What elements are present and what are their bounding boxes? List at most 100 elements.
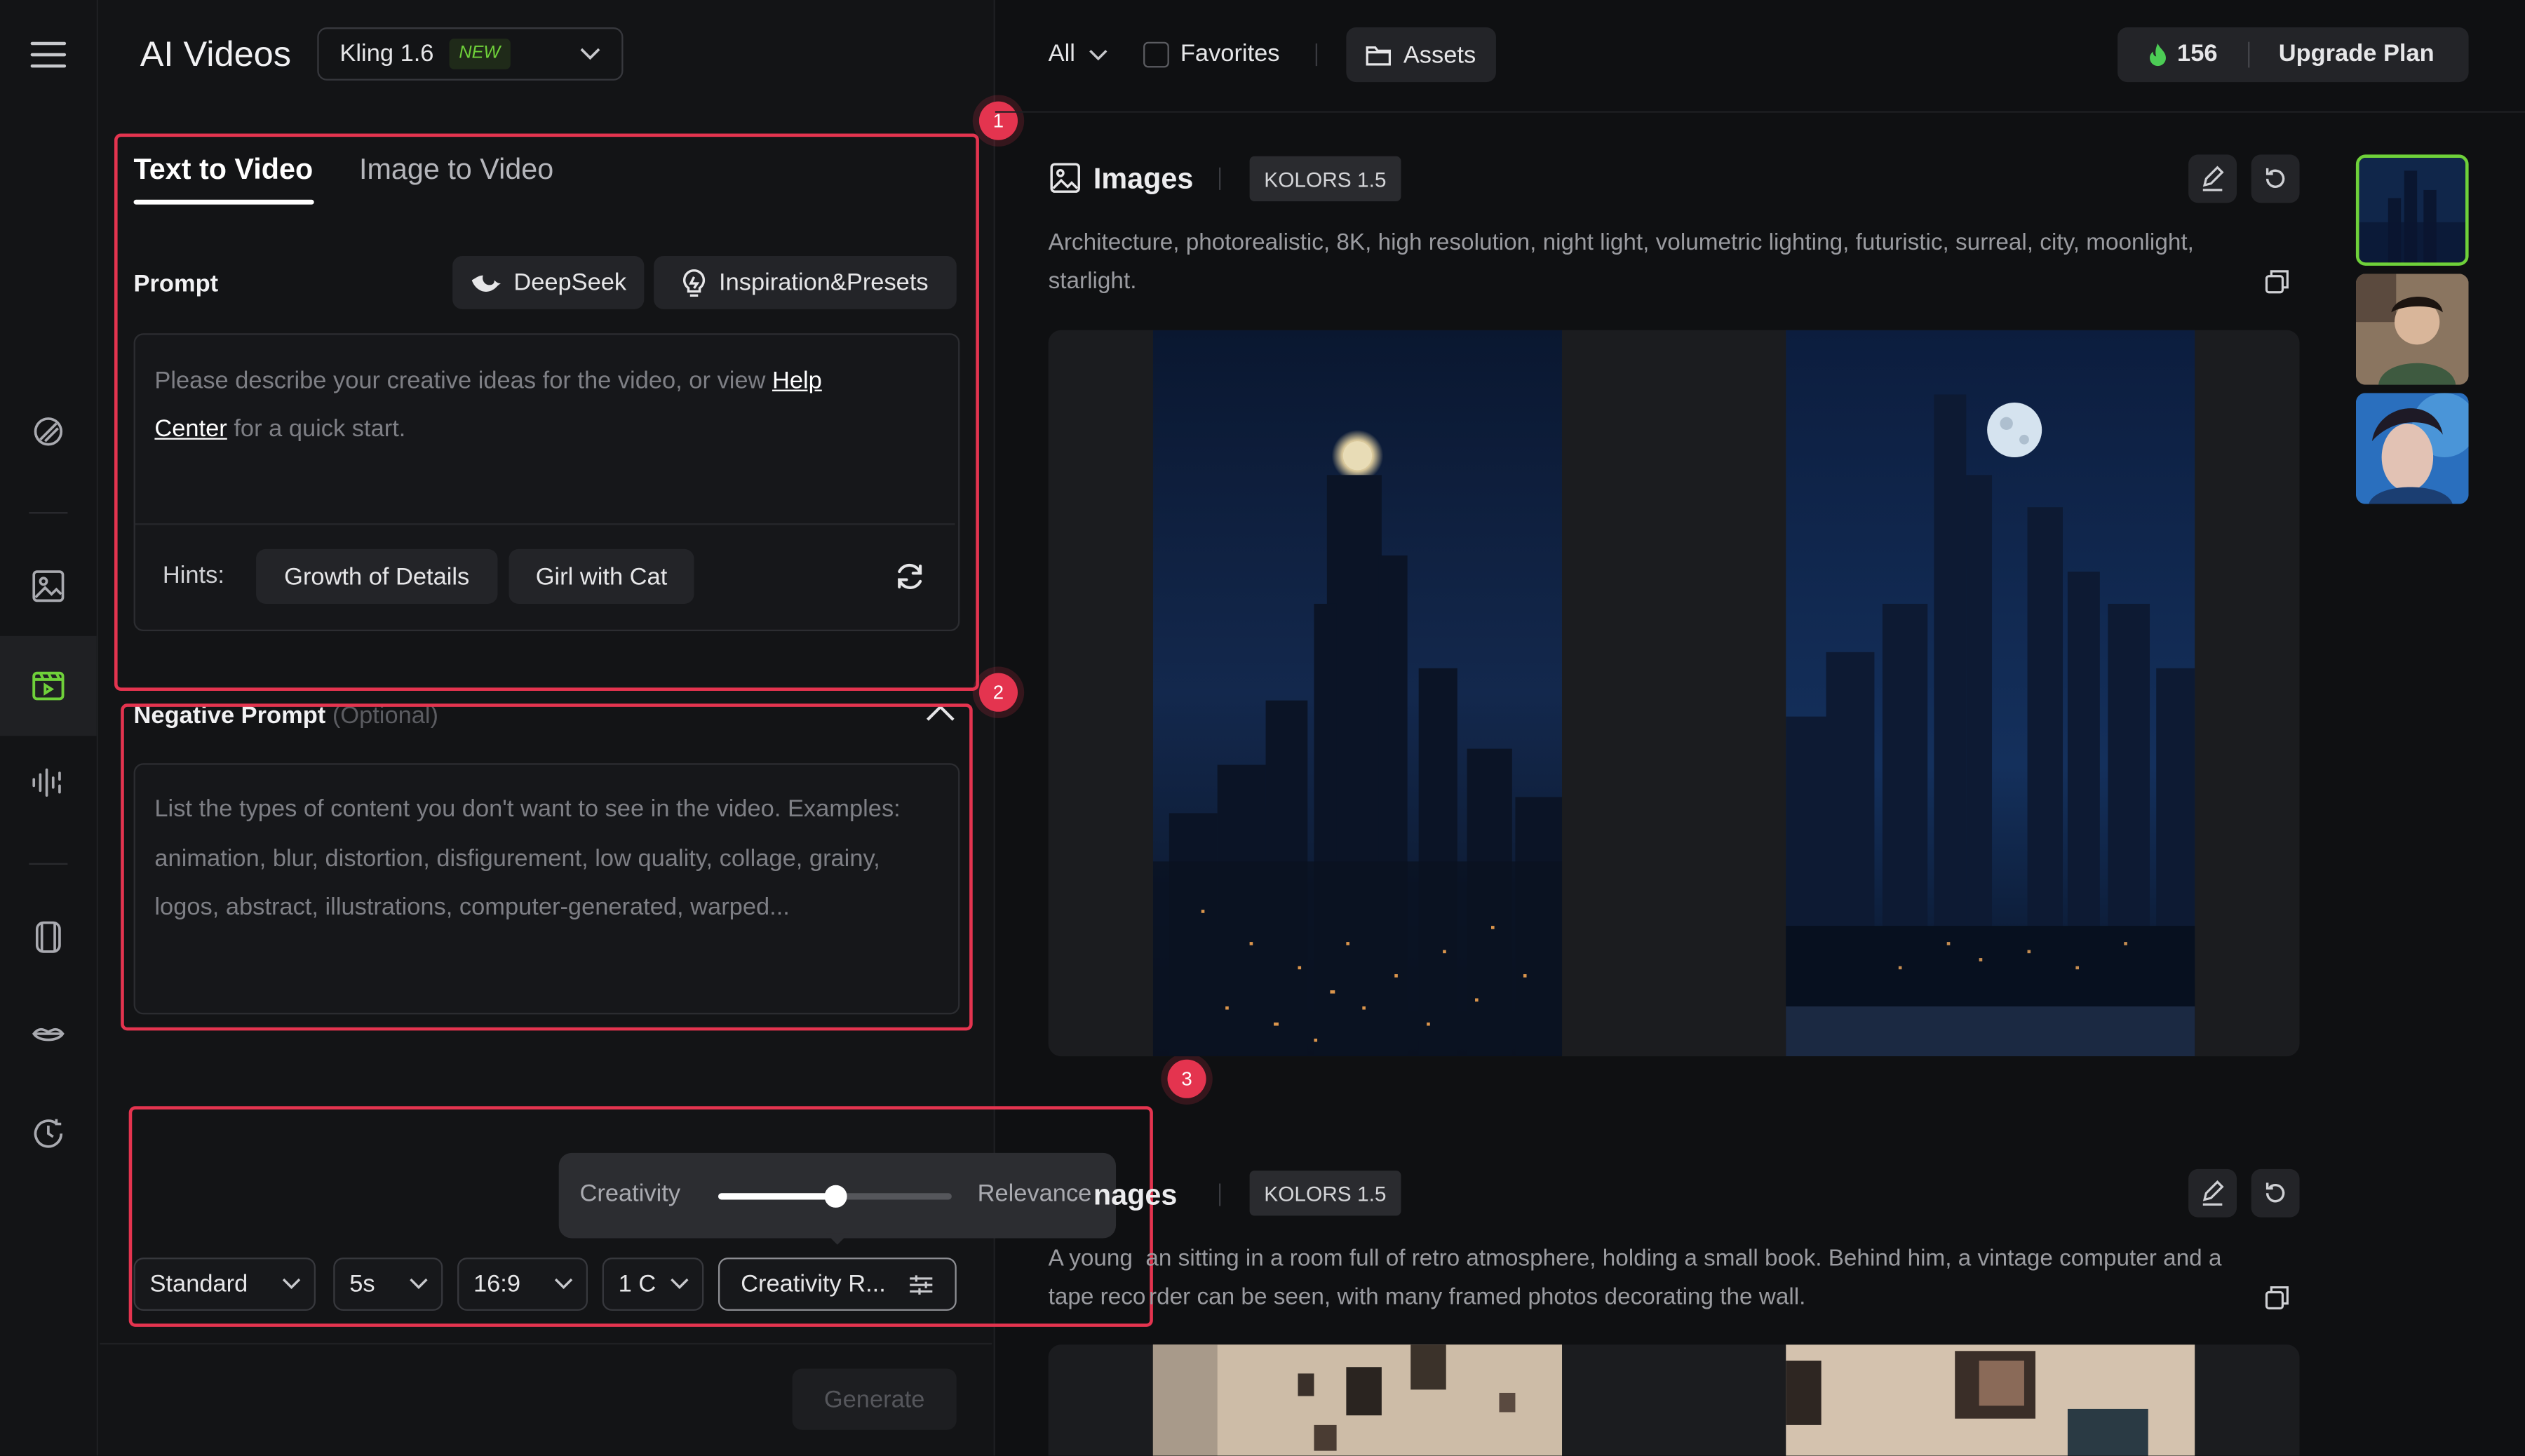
refresh-icon[interactable] <box>894 560 926 593</box>
deepseek-whale-icon <box>470 270 502 296</box>
favorites-label[interactable]: Favorites <box>1180 40 1280 67</box>
description-fragment: A young <box>1048 1246 1140 1272</box>
chevron-down-icon <box>580 47 601 62</box>
popover-arrow <box>826 1233 849 1245</box>
hints-label: Hints: <box>162 562 224 590</box>
title-separator <box>1218 1183 1221 1206</box>
deepseek-button[interactable]: DeepSeek <box>452 256 645 309</box>
optional-label: (Optional) <box>332 702 439 730</box>
chevron-up-icon[interactable] <box>924 702 957 724</box>
video-icon[interactable] <box>29 667 67 706</box>
duration-select[interactable]: 5s <box>333 1258 443 1311</box>
model-tag: KOLORS 1.5 <box>1249 1171 1401 1216</box>
duration-value: 5s <box>349 1270 375 1298</box>
description-fragment: an sitting in a room full of retro atmos… <box>1145 1246 2222 1272</box>
result-card <box>1048 330 2300 1057</box>
result-image[interactable] <box>1152 1344 1563 1456</box>
feed-item-title: Images <box>1093 162 1194 195</box>
chevron-down-icon <box>554 1277 574 1290</box>
creativity-label: Creativity <box>579 1180 681 1208</box>
aspect-value: 16:9 <box>473 1270 521 1298</box>
chevron-down-icon <box>670 1277 689 1290</box>
left-rail <box>0 0 99 1456</box>
new-badge: NEW <box>449 39 511 69</box>
hint-chip[interactable]: Growth of Details <box>256 548 498 604</box>
annotation-marker: 3 <box>1167 1059 1206 1098</box>
menu-icon[interactable] <box>29 36 67 74</box>
inspiration-presets-button[interactable]: Inspiration&Presets <box>654 256 957 309</box>
chevron-down-icon <box>282 1277 302 1290</box>
history-thumbnail[interactable] <box>2355 393 2469 504</box>
avatar-icon[interactable] <box>29 918 67 957</box>
copy-icon[interactable] <box>2264 269 2290 295</box>
lightbulb-icon <box>682 268 708 297</box>
app-root: AI Videos Kling 1.6 NEW Text to Video Im… <box>0 0 2525 1456</box>
undo-icon[interactable] <box>2251 154 2300 203</box>
lips-icon[interactable] <box>29 1016 67 1055</box>
description-fragment: rder can be seen, with many framed photo… <box>1149 1285 1806 1311</box>
assets-button[interactable]: Assets <box>1346 27 1496 83</box>
annotation-marker: 2 <box>978 673 1018 712</box>
relevance-label: Relevance <box>977 1180 1092 1208</box>
result-card <box>1048 1344 2300 1456</box>
favorites-checkbox[interactable] <box>1143 41 1169 68</box>
history-icon[interactable] <box>29 1114 67 1153</box>
creativity-slider-track[interactable] <box>718 1185 952 1208</box>
negative-prompt-input[interactable]: List the types of content you don't want… <box>154 786 927 933</box>
count-value: 1 C <box>618 1270 656 1298</box>
rail-separator <box>29 863 68 865</box>
result-image[interactable] <box>1786 330 2195 1057</box>
deepseek-label: DeepSeek <box>513 269 627 297</box>
edit-icon[interactable] <box>2188 1168 2237 1218</box>
result-image[interactable] <box>1786 1344 2195 1456</box>
topbar-separator <box>1315 43 1318 67</box>
copy-icon[interactable] <box>2264 1285 2290 1311</box>
page-title: AI Videos <box>140 34 292 74</box>
generate-button[interactable]: Generate <box>792 1368 957 1430</box>
help-center-link[interactable]: Center <box>154 415 227 443</box>
prompt-placeholder-end: for a quick start. <box>227 415 406 443</box>
help-center-link[interactable]: Help <box>772 367 822 394</box>
tab-image-to-video[interactable]: Image to Video <box>359 153 553 187</box>
feed-item-title: nages <box>1093 1179 1192 1213</box>
aspect-ratio-select[interactable]: 16:9 <box>457 1258 588 1311</box>
upgrade-plan-button[interactable]: Upgrade Plan <box>2279 40 2435 67</box>
creativity-button-label: Creativity R... <box>741 1270 886 1298</box>
creativity-slider-thumb[interactable] <box>823 1185 847 1208</box>
creativity-relevance-button[interactable]: Creativity R... <box>718 1258 957 1311</box>
credits-separator <box>2248 41 2250 68</box>
chevron-down-icon <box>409 1277 429 1290</box>
undo-icon[interactable] <box>2251 1168 2300 1218</box>
hint-chip[interactable]: Girl with Cat <box>509 548 694 604</box>
footer-divider <box>100 1342 992 1345</box>
annotation-marker: 1 <box>978 101 1018 140</box>
chevron-down-icon <box>1088 48 1107 60</box>
image-icon[interactable] <box>29 567 67 605</box>
feed-item-description: Architecture, photorealistic, 8K, high r… <box>1048 230 2194 295</box>
history-thumbnail[interactable] <box>2355 154 2469 266</box>
magic-brush-icon[interactable] <box>29 412 67 451</box>
history-thumbnail[interactable] <box>2355 274 2469 385</box>
negative-prompt-label: Negative Prompt <box>133 702 326 730</box>
hints-divider <box>135 523 955 525</box>
credits-count[interactable]: 156 <box>2177 40 2217 67</box>
filter-dropdown[interactable]: All <box>1049 40 1107 67</box>
tab-text-to-video[interactable]: Text to Video <box>134 153 314 187</box>
rail-separator <box>29 512 68 514</box>
assets-label: Assets <box>1403 41 1476 69</box>
negative-prompt-header: Negative Prompt (Optional) <box>134 702 438 729</box>
credits-upgrade-bar: 156 Upgrade Plan <box>2117 27 2469 83</box>
folder-icon <box>1366 43 1392 66</box>
feed-item-title-text: nages <box>1093 1178 1178 1211</box>
feed-item-description: A young an sitting in a room full of ret… <box>1049 1240 2289 1317</box>
audio-icon[interactable] <box>29 763 67 802</box>
inspiration-label: Inspiration&Presets <box>719 269 929 297</box>
prompt-placeholder: Please describe your creative ideas for … <box>154 367 772 395</box>
result-image[interactable] <box>1152 330 1563 1057</box>
model-selector[interactable]: Kling 1.6 NEW <box>317 27 624 81</box>
count-select[interactable]: 1 C <box>602 1258 704 1311</box>
mode-select[interactable]: Standard <box>133 1258 316 1311</box>
prompt-label: Prompt <box>133 270 219 298</box>
edit-icon[interactable] <box>2188 154 2237 203</box>
prompt-input[interactable]: Please describe your creative ideas for … <box>154 358 911 454</box>
